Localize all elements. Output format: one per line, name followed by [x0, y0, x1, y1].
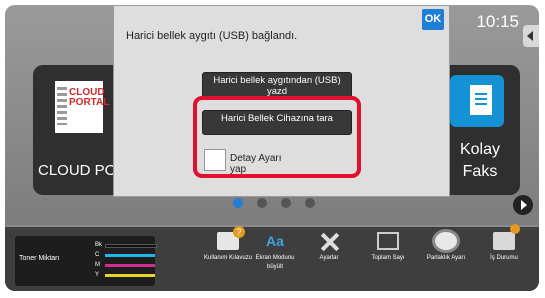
settings-label: Ayarlar	[319, 255, 339, 261]
detail-setting-checkbox[interactable]	[204, 149, 226, 171]
ok-button[interactable]: OK	[422, 9, 444, 30]
page-indicator	[233, 195, 329, 213]
job-status-icon	[493, 224, 520, 250]
tools-icon	[318, 232, 340, 250]
job-status-label: İş Durumu	[490, 255, 518, 261]
fax-icon	[450, 75, 504, 127]
detail-setting-label: Detay Ayarı yap	[230, 153, 282, 175]
brightness-label: Parlaklık Ayarı	[426, 255, 466, 261]
manual-button[interactable]: Kullanım Kılavuzu	[203, 226, 253, 263]
manual-label: Kullanım Kılavuzu	[203, 255, 253, 261]
clock: 10:15	[476, 12, 519, 31]
page-dot[interactable]	[233, 198, 243, 208]
page-dot[interactable]	[305, 198, 315, 208]
zoom-text-label: Ekran Modunu büyült	[255, 255, 295, 270]
job-status-button[interactable]: İş Durumu	[479, 224, 529, 263]
page-dot[interactable]	[257, 198, 267, 208]
scan-to-usb-button[interactable]: Harici Bellek Cihazına tara	[202, 110, 352, 135]
total-count-button[interactable]: Toplam Sayı	[363, 232, 413, 263]
bottom-bar: Toner Miktarı Bk C M Y Kullanım Kılavuzu…	[5, 224, 539, 291]
zoom-text-button[interactable]: Aa Ekran Modunu büyült	[250, 232, 300, 272]
easy-fax-tile[interactable]: Kolay Faks	[440, 65, 520, 195]
next-page-arrow-icon[interactable]	[513, 195, 533, 215]
easy-fax-label: Kolay Faks	[459, 141, 501, 180]
home-area: CLOUD PORTAL CLOUD POR Kolay Faks 10:15 …	[5, 5, 539, 225]
total-count-label: Toplam Sayı	[371, 255, 405, 261]
speaker-icon[interactable]	[523, 25, 539, 47]
manual-icon	[217, 226, 245, 250]
counter-icon	[377, 232, 399, 250]
page-dot[interactable]	[281, 198, 291, 208]
toner-level-panel[interactable]: Toner Miktarı Bk C M Y	[15, 236, 157, 286]
cloud-portal-tile[interactable]: CLOUD PORTAL CLOUD POR	[33, 65, 127, 195]
usb-dialog: Harici bellek aygıtı (USB) bağlandı. OK …	[113, 5, 450, 197]
dialog-message: Harici bellek aygıtı (USB) bağlandı.	[126, 30, 298, 42]
zoom-text-icon: Aa	[266, 233, 284, 249]
brightness-icon	[435, 232, 457, 250]
settings-button[interactable]: Ayarlar	[304, 232, 354, 263]
touch-panel: CLOUD PORTAL CLOUD POR Kolay Faks 10:15 …	[5, 5, 539, 291]
brightness-button[interactable]: Parlaklık Ayarı	[421, 232, 471, 263]
toner-label: Toner Miktarı	[19, 255, 60, 262]
cloud-logo-text: CLOUD PORTAL	[69, 87, 110, 108]
cloud-portal-logo: CLOUD PORTAL	[55, 81, 109, 133]
